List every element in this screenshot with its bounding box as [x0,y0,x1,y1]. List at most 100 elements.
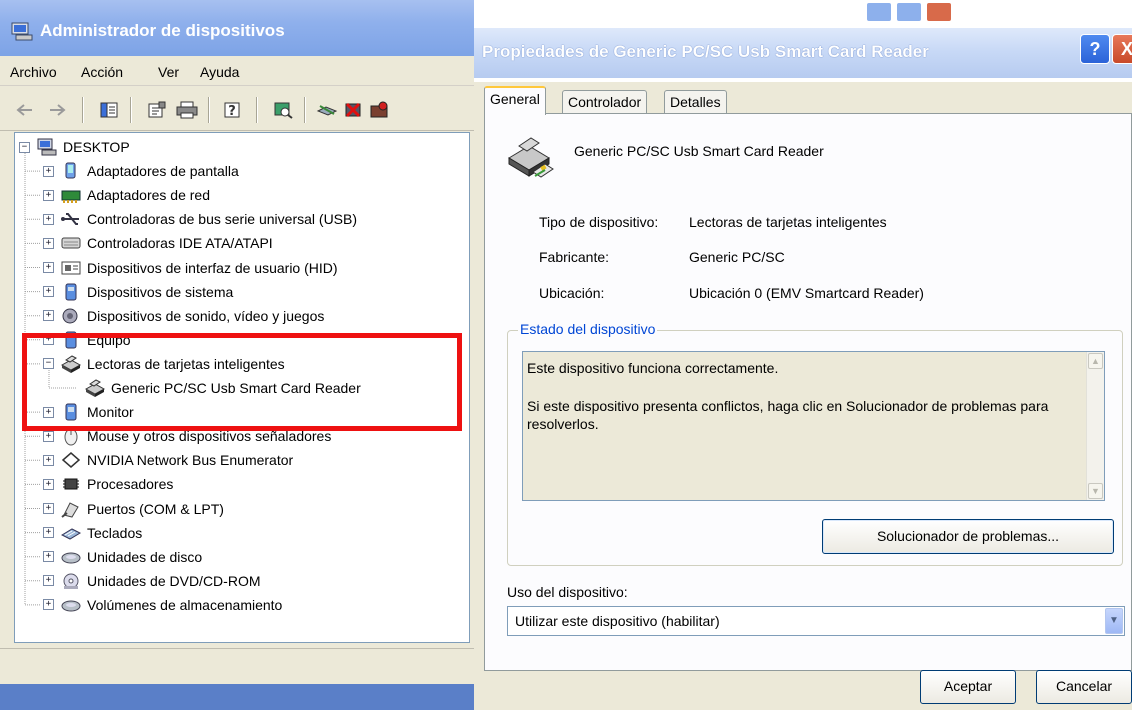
display-adapter-icon [60,161,82,181]
svg-text:?: ? [228,104,236,119]
expand-icon[interactable]: + [43,213,54,225]
expand-icon[interactable]: + [43,503,54,514]
back-icon[interactable] [14,99,36,121]
background-window-maximize [896,2,922,22]
tree-item[interactable]: + Adaptadores de pantalla [43,159,239,183]
expand-icon[interactable]: + [43,454,54,466]
tree-item-label: Dispositivos de sistema [87,283,234,300]
storage-volume-icon [60,595,82,615]
console-tree-icon[interactable] [98,99,120,121]
manufacturer-value: Generic PC/SC [689,249,785,265]
collapse-icon[interactable]: − [19,141,30,153]
device-tree[interactable]: − DESKTOP + Adaptadores de pantalla + Adaptad… [14,132,470,643]
scan-hardware-icon[interactable] [272,99,294,121]
tree-item-label: Generic PC/SC Usb Smart Card Reader [111,380,361,396]
tree-item[interactable]: + Controladoras IDE ATA/ATAPI [43,231,273,255]
expand-icon[interactable]: + [43,478,54,490]
tab-controlador[interactable]: Controlador [562,90,648,114]
expand-icon[interactable]: + [43,599,54,611]
disable-icon[interactable] [368,99,390,121]
monitor-icon [60,402,82,422]
menu-archivo[interactable]: Archivo [10,64,57,80]
tree-item[interactable]: + Unidades de DVD/CD-ROM [43,569,261,593]
cancel-button[interactable]: Cancelar [1036,670,1132,704]
chevron-down-icon[interactable]: ▼ [1105,608,1123,634]
tree-item[interactable]: − Lectoras de tarjetas inteligentes [43,352,285,376]
expand-icon[interactable]: + [43,430,54,442]
collapse-icon[interactable]: − [43,358,54,370]
computer-icon [36,137,58,157]
device-manager-icon [10,22,34,42]
tab-detalles[interactable]: Detalles [664,90,727,114]
location-value: Ubicación 0 (EMV Smartcard Reader) [689,285,924,301]
expand-icon[interactable]: + [43,165,54,177]
menu-bar: Archivo Acción Ver Ayuda [0,56,474,86]
help-button[interactable]: ? [1080,34,1110,64]
device-manager-titlebar[interactable]: Administrador de dispositivos [0,0,474,56]
tree-item[interactable]: + Mouse y otros dispositivos señaladores [43,424,331,448]
menu-ver[interactable]: Ver [158,64,179,80]
expand-icon[interactable]: + [43,286,54,298]
device-status-textbox[interactable]: Este dispositivo funciona correctamente.… [522,351,1105,501]
device-manager-title: Administrador de dispositivos [40,21,285,40]
help-icon[interactable]: ? [222,99,244,121]
tree-item[interactable]: + Procesadores [43,472,173,496]
expand-icon[interactable]: + [43,189,54,201]
update-driver-icon[interactable] [316,99,338,121]
toolbar-separator [82,97,84,123]
properties-icon[interactable] [146,99,168,121]
tree-item[interactable]: + Puertos (COM & LPT) [43,497,224,521]
toolbar-separator [208,97,210,123]
scroll-down-icon[interactable]: ▼ [1088,483,1103,499]
scroll-up-icon[interactable]: ▲ [1088,353,1103,369]
smart-card-reader-icon [84,378,106,398]
close-button[interactable]: X [1112,34,1132,64]
tree-item[interactable]: + Teclados [43,521,142,545]
tree-item[interactable]: + Unidades de disco [43,545,202,569]
tree-item-label: Unidades de disco [87,548,203,565]
forward-icon[interactable] [46,99,68,121]
tree-item[interactable]: Generic PC/SC Usb Smart Card Reader [67,376,361,400]
status-scrollbar[interactable]: ▲ ▼ [1086,352,1104,500]
bus-enumerator-icon [60,450,82,470]
dvd-icon [60,571,82,591]
menu-accion[interactable]: Acción [81,64,123,80]
print-icon[interactable] [176,99,198,121]
tree-item-label: Equipo [87,331,131,348]
tree-item[interactable]: + Volúmenes de almacenamiento [43,593,282,617]
expand-icon[interactable]: + [43,527,54,539]
properties-titlebar[interactable]: Propiedades de Generic PC/SC Usb Smart C… [474,0,1132,82]
tree-item[interactable]: + Monitor [43,400,134,424]
expand-icon[interactable]: + [43,406,54,418]
tree-item[interactable]: + Dispositivos de sonido, vídeo y juegos [43,304,324,328]
tree-item[interactable]: − DESKTOP [19,135,130,159]
device-usage-select[interactable]: Utilizar este dispositivo (habilitar) ▼ [507,606,1125,636]
tree-item[interactable]: + Dispositivos de interfaz de usuario (HI… [43,256,338,280]
expand-icon[interactable]: + [43,551,54,563]
expand-icon[interactable]: + [43,262,54,273]
device-name: Generic PC/SC Usb Smart Card Reader [574,143,824,159]
tree-item[interactable]: + Equipo [43,328,131,352]
usb-icon [60,209,82,229]
expand-icon[interactable]: + [43,310,54,322]
toolbar-separator [256,97,258,123]
tab-general[interactable]: General [484,86,546,115]
hid-icon [60,258,82,278]
tree-item[interactable]: + Dispositivos de sistema [43,280,233,304]
properties-title: Propiedades de Generic PC/SC Usb Smart C… [482,42,929,61]
menu-ayuda[interactable]: Ayuda [200,64,239,80]
background-window-close [926,2,952,22]
expand-icon[interactable]: + [43,334,54,346]
expand-icon[interactable]: + [43,237,54,249]
expand-icon[interactable]: + [43,575,54,587]
uninstall-icon[interactable] [342,99,364,121]
tree-item[interactable]: + Adaptadores de red [43,183,210,207]
tree-item-label: Puertos (COM & LPT) [87,500,224,517]
device-manager-window: Administrador de dispositivos Archivo Ac… [0,0,474,710]
troubleshoot-button[interactable]: Solucionador de problemas... [822,519,1114,554]
tree-item[interactable]: + NVIDIA Network Bus Enumerator [43,448,293,472]
ok-button[interactable]: Aceptar [920,670,1016,704]
close-icon: X [1120,38,1132,59]
tree-item[interactable]: + Controladoras de bus serie universal (U… [43,207,357,231]
smart-card-reader-icon [60,354,82,374]
